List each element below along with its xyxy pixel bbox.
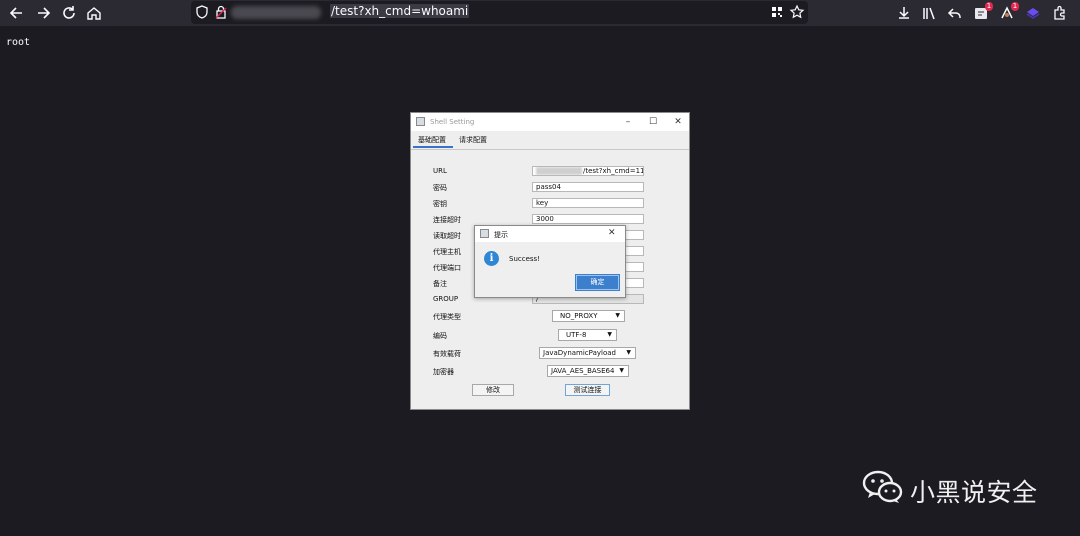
info-icon: i bbox=[484, 251, 499, 266]
payload-select[interactable]: JavaDynamicPayload ▼ bbox=[539, 347, 636, 359]
extension-icon[interactable] bbox=[1024, 4, 1042, 22]
java-app-icon bbox=[416, 117, 425, 126]
connect-timeout-field[interactable]: 3000 bbox=[532, 214, 644, 224]
notification-badge: 1 bbox=[985, 2, 993, 11]
tab-bar: 基础配置 请求配置 bbox=[411, 131, 689, 150]
window-title: Shell Setting bbox=[430, 118, 475, 126]
lock-icon[interactable] bbox=[212, 3, 230, 21]
java-app-icon bbox=[480, 229, 489, 238]
password-label: 密码 bbox=[433, 184, 447, 192]
dialog-titlebar[interactable]: 提示 ✕ bbox=[475, 226, 625, 242]
bookmark-star-icon[interactable] bbox=[788, 3, 806, 21]
url-label: URL bbox=[433, 167, 447, 175]
extension-icon[interactable]: 1 bbox=[972, 2, 993, 22]
chevron-down-icon: ▼ bbox=[626, 349, 631, 356]
ok-button[interactable]: 确定 bbox=[576, 275, 619, 290]
url-text[interactable]: /test?xh_cmd=whoami bbox=[330, 4, 470, 18]
extensions-menu-icon[interactable] bbox=[1050, 4, 1068, 22]
chevron-down-icon: ▼ bbox=[607, 331, 612, 338]
home-icon[interactable] bbox=[85, 4, 103, 22]
command-output: root bbox=[6, 37, 31, 48]
encoding-select[interactable]: UTF-8 ▼ bbox=[558, 329, 617, 341]
payload-label: 有效载荷 bbox=[433, 350, 461, 358]
password-field[interactable]: pass04 bbox=[532, 182, 644, 192]
close-icon[interactable]: ✕ bbox=[608, 228, 616, 238]
secret-key-field[interactable]: key bbox=[532, 198, 644, 208]
extension-icon[interactable]: 1 bbox=[998, 2, 1019, 22]
minimize-icon[interactable]: – bbox=[621, 116, 635, 128]
modify-button[interactable]: 修改 bbox=[472, 384, 514, 396]
download-icon[interactable] bbox=[895, 4, 913, 22]
chevron-down-icon: ▼ bbox=[619, 367, 624, 374]
connect-timeout-label: 连接超时 bbox=[433, 216, 461, 224]
forward-icon[interactable] bbox=[34, 4, 52, 22]
proxy-port-label: 代理端口 bbox=[433, 264, 461, 272]
remark-label: 备注 bbox=[433, 280, 447, 288]
test-connection-button[interactable]: 测试连接 bbox=[565, 384, 610, 396]
dialog-title: 提示 bbox=[494, 231, 508, 239]
active-tab-indicator bbox=[413, 146, 453, 148]
proxy-host-label: 代理主机 bbox=[433, 248, 461, 256]
notification-badge: 1 bbox=[1011, 2, 1019, 11]
wechat-icon bbox=[862, 470, 903, 503]
maximize-icon[interactable]: ☐ bbox=[646, 116, 660, 128]
undo-icon[interactable] bbox=[946, 4, 964, 22]
url-bar[interactable]: /test?xh_cmd=whoami bbox=[191, 1, 808, 24]
shield-icon[interactable] bbox=[193, 3, 211, 21]
dialog-message: Success! bbox=[509, 255, 540, 263]
tab-request-config[interactable]: 请求配置 bbox=[459, 135, 487, 145]
encoding-label: 编码 bbox=[433, 332, 447, 340]
qr-code-icon[interactable] bbox=[768, 3, 786, 21]
tab-basic-config[interactable]: 基础配置 bbox=[418, 135, 446, 145]
message-dialog: 提示 ✕ i Success! 确定 bbox=[474, 225, 626, 298]
cryption-label: 加密器 bbox=[433, 368, 454, 376]
browser-toolbar: /test?xh_cmd=whoami 1 1 bbox=[0, 0, 1080, 26]
proxy-type-label: 代理类型 bbox=[433, 313, 461, 321]
library-icon[interactable] bbox=[920, 4, 938, 22]
proxy-type-select[interactable]: NO_PROXY ▼ bbox=[552, 310, 625, 322]
back-icon[interactable] bbox=[8, 4, 26, 22]
cryption-select[interactable]: JAVA_AES_BASE64 ▼ bbox=[547, 365, 629, 377]
url-field[interactable]: /test?xh_cmd=111 bbox=[532, 166, 644, 176]
reload-icon[interactable] bbox=[60, 4, 78, 22]
secret-key-label: 密钥 bbox=[433, 200, 447, 208]
watermark-text: 小黑说安全 bbox=[910, 478, 1038, 507]
window-titlebar[interactable]: Shell Setting – ☐ ✕ bbox=[411, 113, 689, 131]
chevron-down-icon: ▼ bbox=[615, 312, 620, 319]
read-timeout-label: 读取超时 bbox=[433, 232, 461, 240]
url-host-redacted bbox=[231, 6, 321, 19]
close-icon[interactable]: ✕ bbox=[671, 116, 685, 128]
group-label: GROUP bbox=[433, 295, 459, 303]
